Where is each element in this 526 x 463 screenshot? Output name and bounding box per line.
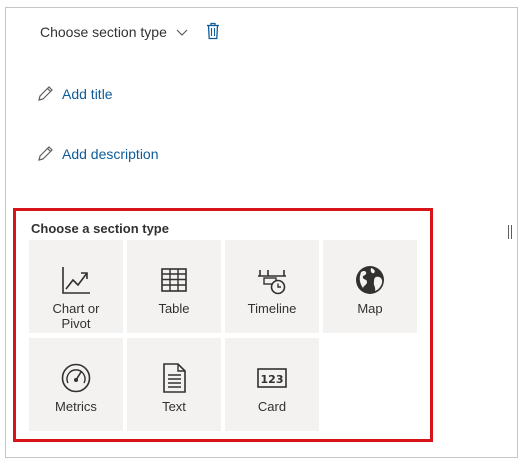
pencil-icon — [38, 86, 53, 101]
add-title-label: Add title — [62, 86, 113, 102]
tile-map[interactable]: Map — [323, 240, 417, 333]
card-icon: 123 — [257, 368, 287, 388]
tile-table[interactable]: Table — [127, 240, 221, 333]
tile-card[interactable]: 123 Card — [225, 338, 319, 431]
section-type-dropdown[interactable]: Choose section type — [40, 22, 189, 42]
table-icon — [161, 268, 187, 292]
tile-label: Text — [162, 399, 186, 414]
add-title-link[interactable]: Add title — [36, 84, 113, 104]
resize-handle[interactable] — [508, 225, 514, 239]
svg-text:123: 123 — [261, 373, 284, 386]
tile-chart-or-pivot[interactable]: Chart or Pivot — [29, 240, 123, 333]
tile-label: Chart or Pivot — [52, 301, 100, 331]
add-description-link[interactable]: Add description — [36, 144, 159, 164]
pencil-icon — [38, 146, 53, 161]
tile-label: Timeline — [247, 301, 297, 316]
section-type-picker: Choose a section type Chart or Pivot Tab… — [13, 208, 433, 442]
timeline-icon — [258, 270, 286, 295]
tile-label: Card — [257, 399, 287, 414]
tile-label: Metrics — [55, 399, 97, 414]
trash-icon[interactable] — [205, 22, 221, 40]
document-icon — [163, 363, 186, 393]
chart-icon — [62, 267, 90, 294]
tile-text[interactable]: Text — [127, 338, 221, 431]
tile-label: Table — [158, 301, 190, 316]
tile-timeline[interactable]: Timeline — [225, 240, 319, 333]
chevron-down-icon — [176, 29, 188, 36]
globe-icon — [356, 266, 384, 294]
gauge-icon — [61, 363, 91, 393]
add-description-label: Add description — [62, 146, 159, 162]
tile-metrics[interactable]: Metrics — [29, 338, 123, 431]
tile-label: Map — [357, 301, 383, 316]
picker-heading: Choose a section type — [31, 221, 169, 236]
section-type-dropdown-label: Choose section type — [40, 24, 167, 40]
